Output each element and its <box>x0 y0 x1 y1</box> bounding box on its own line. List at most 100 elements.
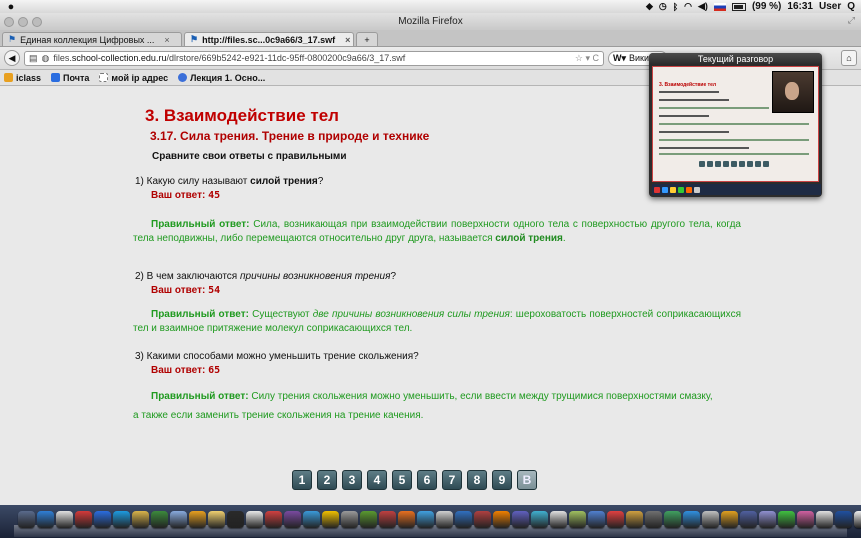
dock-app-icon[interactable] <box>512 511 529 528</box>
dock-app-icon[interactable] <box>588 511 605 528</box>
bookmark-mail[interactable]: Почта <box>51 73 89 83</box>
dock-app-icon[interactable] <box>227 511 244 528</box>
battery-icon[interactable] <box>731 2 746 11</box>
dock-app-icon[interactable] <box>322 511 339 528</box>
dock-app-icon[interactable] <box>132 511 149 528</box>
page-button-4[interactable]: 4 <box>367 470 387 490</box>
dock-app-icon[interactable] <box>284 511 301 528</box>
tab-label: Единая коллекция Цифровых ... <box>20 34 155 45</box>
question-1: 1) Какую силу называют силой трения? <box>135 176 324 187</box>
dock-app-icon[interactable] <box>626 511 643 528</box>
dock-app-icon[interactable] <box>721 511 738 528</box>
dock-app-icon[interactable] <box>474 511 491 528</box>
dock-app-icon[interactable] <box>18 511 35 528</box>
dock-app-icon[interactable] <box>797 511 814 528</box>
wifi-icon[interactable]: ◠ <box>684 1 692 12</box>
dock-app-icon[interactable] <box>265 511 282 528</box>
dock-app-icon[interactable] <box>835 511 852 528</box>
tab-collection[interactable]: ⚑ Единая коллекция Цифровых ... × <box>2 32 182 46</box>
dock-app-icon[interactable] <box>569 511 586 528</box>
page-button-9[interactable]: 9 <box>492 470 512 490</box>
new-tab-button[interactable]: + <box>356 32 378 46</box>
minimize-window-button[interactable] <box>18 17 28 27</box>
dock-app-icon[interactable] <box>94 511 111 528</box>
dock-app-icon[interactable] <box>379 511 396 528</box>
google-mail-icon <box>51 73 61 82</box>
chat-title: Текущий разговор <box>649 53 822 65</box>
dock-app-icon[interactable] <box>550 511 567 528</box>
close-window-button[interactable] <box>4 17 14 27</box>
dock-app-icon[interactable] <box>341 511 358 528</box>
dock-app-icon[interactable] <box>303 511 320 528</box>
page-button-8[interactable]: 8 <box>467 470 487 490</box>
dock-app-icon[interactable] <box>759 511 776 528</box>
dock-app-icon[interactable] <box>360 511 377 528</box>
dock-app-icon[interactable] <box>664 511 681 528</box>
dock-app-icon[interactable] <box>170 511 187 528</box>
correct-answer-1: Правильный ответ: Сила, возникающая при … <box>133 219 741 244</box>
dock-app-icon[interactable] <box>683 511 700 528</box>
tab-favicon-icon: ⚑ <box>8 34 17 44</box>
spotlight-icon[interactable]: Q <box>847 1 855 12</box>
webcam-view <box>772 71 814 113</box>
dock-app-icon[interactable] <box>455 511 472 528</box>
tab-close-icon[interactable]: × <box>164 35 169 45</box>
dock-app-icon[interactable] <box>531 511 548 528</box>
time-machine-icon[interactable]: ◷ <box>659 1 667 12</box>
back-button[interactable]: ◀ <box>4 50 20 66</box>
dock-app-icon[interactable] <box>607 511 624 528</box>
home-button[interactable]: ⌂ <box>841 50 857 66</box>
dock-app-icon[interactable] <box>778 511 795 528</box>
dock-app-icon[interactable] <box>702 511 719 528</box>
dock-app-icon[interactable] <box>113 511 130 528</box>
dock-app-icon[interactable] <box>398 511 415 528</box>
dock-app-icon[interactable] <box>854 511 861 528</box>
dock-app-icon[interactable] <box>740 511 757 528</box>
bookmark-favicon-icon <box>178 73 188 82</box>
dock-app-icon[interactable] <box>56 511 73 528</box>
bookmark-my-ip[interactable]: мой ip адрес <box>99 73 168 83</box>
back-page-button[interactable]: В <box>517 470 537 490</box>
dock-app-icon[interactable] <box>75 511 92 528</box>
volume-icon[interactable]: ◀) <box>698 1 708 12</box>
dock-app-icon[interactable] <box>436 511 453 528</box>
page-button-1[interactable]: 1 <box>292 470 312 490</box>
menubar: ● ◆ ◷ ᛒ ◠ ◀) (99 %) 16:31 User Q <box>0 0 861 14</box>
question-2: 2) В чем заключаются причины возникновен… <box>135 271 397 282</box>
dock-app-icon[interactable] <box>189 511 206 528</box>
dock-app-icon[interactable] <box>37 511 54 528</box>
correct-answer-2: Правильный ответ: Существуют две причины… <box>133 309 741 334</box>
dock-app-icon[interactable] <box>417 511 434 528</box>
page-button-7[interactable]: 7 <box>442 470 462 490</box>
page-button-2[interactable]: 2 <box>317 470 337 490</box>
clock[interactable]: 16:31 <box>787 1 813 12</box>
dock-app-icon[interactable] <box>645 511 662 528</box>
dock-app-icon[interactable] <box>816 511 833 528</box>
bookmark-iclass[interactable]: iclass <box>4 73 41 83</box>
dock-app-icon[interactable] <box>208 511 225 528</box>
dock-icons <box>18 511 861 528</box>
tab-swf[interactable]: ⚑ http://files.sc...0c9a66/3_17.swf × <box>184 32 354 46</box>
shared-screen-preview: 3. Взаимодействие тел <box>652 66 819 182</box>
page-button-6[interactable]: 6 <box>417 470 437 490</box>
page-button-5[interactable]: 5 <box>392 470 412 490</box>
bookmark-lecture[interactable]: Лекция 1. Осно... <box>178 73 265 83</box>
battery-percent: (99 %) <box>751 1 782 12</box>
menubar-status-area: ◆ ◷ ᛒ ◠ ◀) (99 %) 16:31 User Q <box>646 1 861 12</box>
fullscreen-icon[interactable]: ⤢ <box>848 15 855 26</box>
page-button-3[interactable]: 3 <box>342 470 362 490</box>
dropbox-icon[interactable]: ◆ <box>646 1 653 12</box>
video-chat-window[interactable]: Текущий разговор 3. Взаимодействие тел <box>649 53 822 197</box>
tab-close-icon[interactable]: × <box>345 35 350 45</box>
dock-app-icon[interactable] <box>246 511 263 528</box>
user-menu[interactable]: User <box>819 1 841 12</box>
bluetooth-icon[interactable]: ᛒ <box>673 2 678 12</box>
flag-ru-icon[interactable] <box>713 2 726 11</box>
dock-app-icon[interactable] <box>151 511 168 528</box>
url-bar-actions[interactable]: ☆ ▾ C <box>575 53 599 64</box>
list-icon: ▤ <box>29 52 38 63</box>
url-bar[interactable]: ▤ ◍ files.school-collection.edu.ru/dlrst… <box>24 50 604 66</box>
apple-menu-icon[interactable]: ● <box>0 1 22 13</box>
zoom-window-button[interactable] <box>32 17 42 27</box>
dock-app-icon[interactable] <box>493 511 510 528</box>
